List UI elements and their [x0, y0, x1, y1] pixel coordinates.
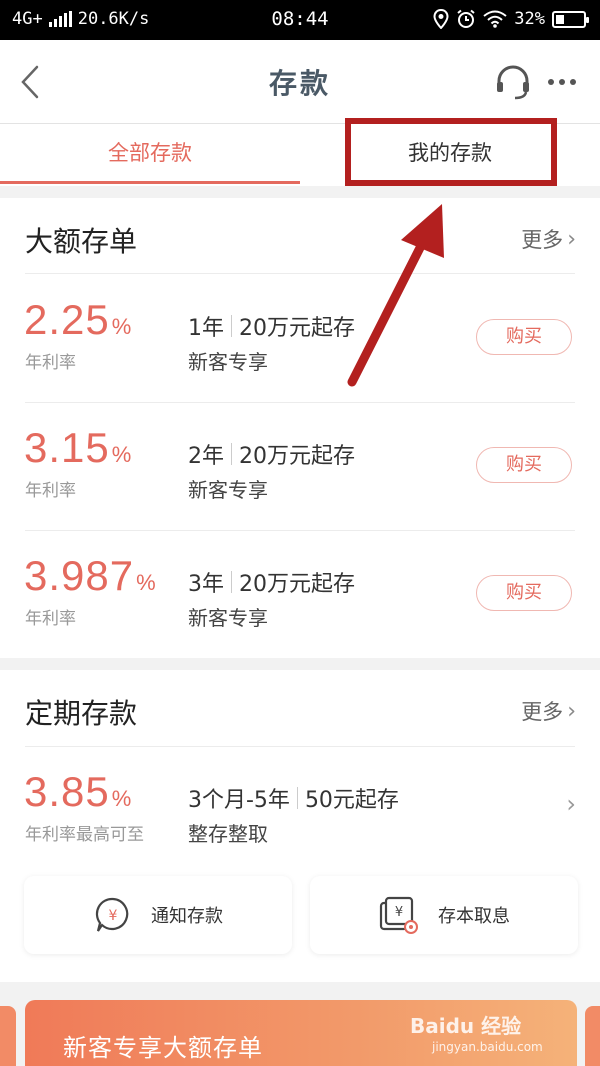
chevron-right-icon: ›	[567, 226, 576, 252]
svg-text:¥: ¥	[395, 905, 403, 920]
notice-deposit-button[interactable]: ¥ 通知存款	[24, 876, 292, 954]
nav-bar: 存款	[0, 40, 600, 124]
deposit-tag: 新客专享	[188, 350, 268, 374]
list-item[interactable]: 3.15% 年利率 2年 20万元起存 新客专享 购买	[0, 402, 600, 530]
banner-next-peek	[585, 1006, 600, 1066]
quick-action-label: 通知存款	[151, 906, 223, 927]
more-dot-icon	[570, 79, 576, 85]
interest-rate: 2.25%	[24, 296, 133, 343]
large-deposit-more-link[interactable]: 更多 ›	[521, 224, 576, 254]
interest-rate: 3.987%	[24, 552, 157, 599]
more-label: 更多	[521, 228, 564, 252]
rate-label: 年利率	[25, 481, 76, 501]
battery-icon	[552, 10, 589, 28]
list-item[interactable]: 3.85% 年利率最高可至 3个月-5年 50元起存 整存整取 ›	[0, 746, 600, 874]
buy-button[interactable]: 购买	[476, 319, 572, 355]
customer-service-button[interactable]	[493, 62, 533, 102]
svg-text:¥: ¥	[109, 908, 118, 924]
app-root: 4G+ 20.6K/s 08:44 32% 存款 全部存款 我的存款 大额存单 …	[0, 0, 600, 1066]
notice-deposit-icon: ¥	[95, 897, 129, 932]
section-title: 定期存款	[25, 697, 138, 730]
tab-all-deposits[interactable]: 全部存款	[0, 124, 300, 186]
active-tab-indicator	[0, 181, 300, 184]
alarm-icon	[457, 9, 475, 28]
banner-title: 新客专享大额存单	[63, 1034, 263, 1062]
list-item[interactable]: 3.987% 年利率 3年 20万元起存 新客专享 购买	[0, 530, 600, 658]
rate-label: 年利率最高可至	[25, 825, 144, 845]
wifi-icon	[483, 10, 507, 28]
chevron-right-icon: ›	[566, 790, 576, 818]
status-right: 32%	[433, 9, 589, 29]
banner-prev-peek	[0, 1006, 16, 1066]
buy-button[interactable]: 购买	[476, 575, 572, 611]
more-dot-icon	[548, 79, 554, 85]
watermark-url: jingyan.baidu.com	[432, 1040, 543, 1054]
interest-rate: 3.85%	[24, 768, 133, 815]
more-dot-icon	[559, 79, 565, 85]
rate-label: 年利率	[25, 353, 76, 373]
rate-label: 年利率	[25, 609, 76, 629]
quick-action-label: 存本取息	[438, 906, 510, 927]
interest-withdraw-button[interactable]: ¥ 存本取息	[310, 876, 578, 954]
large-deposit-card: 大额存单 更多 › 2.25% 年利率 1年 20万元起存 新客专享 购买 3.1…	[0, 198, 600, 658]
interest-rate: 3.15%	[24, 424, 133, 471]
watermark-logo: Baidu 经验	[410, 1014, 522, 1038]
deposit-tag: 整存整取	[188, 822, 268, 846]
tab-label: 全部存款	[108, 141, 192, 165]
battery-fill	[556, 14, 564, 24]
more-label: 更多	[521, 700, 564, 724]
section-title: 大额存单	[25, 225, 138, 258]
status-bar: 4G+ 20.6K/s 08:44 32%	[0, 0, 600, 40]
interest-withdraw-icon: ¥	[379, 896, 418, 934]
battery-percent: 32%	[514, 9, 545, 29]
deposit-term: 3年 20万元起存	[188, 571, 355, 597]
deposit-term: 3个月-5年 50元起存	[188, 787, 399, 813]
deposit-term: 2年 20万元起存	[188, 443, 355, 469]
buy-button[interactable]: 购买	[476, 447, 572, 483]
deposit-term: 1年 20万元起存	[188, 315, 355, 341]
list-item[interactable]: 2.25% 年利率 1年 20万元起存 新客专享 购买	[0, 274, 600, 402]
headset-icon	[497, 65, 529, 100]
deposit-tag: 新客专享	[188, 478, 268, 502]
annotation-highlight-box	[345, 118, 557, 186]
location-icon	[433, 9, 449, 29]
fixed-deposit-more-link[interactable]: 更多 ›	[521, 696, 576, 726]
chevron-right-icon: ›	[567, 698, 576, 724]
deposit-tag: 新客专享	[188, 606, 268, 630]
more-menu-button[interactable]	[540, 62, 584, 102]
